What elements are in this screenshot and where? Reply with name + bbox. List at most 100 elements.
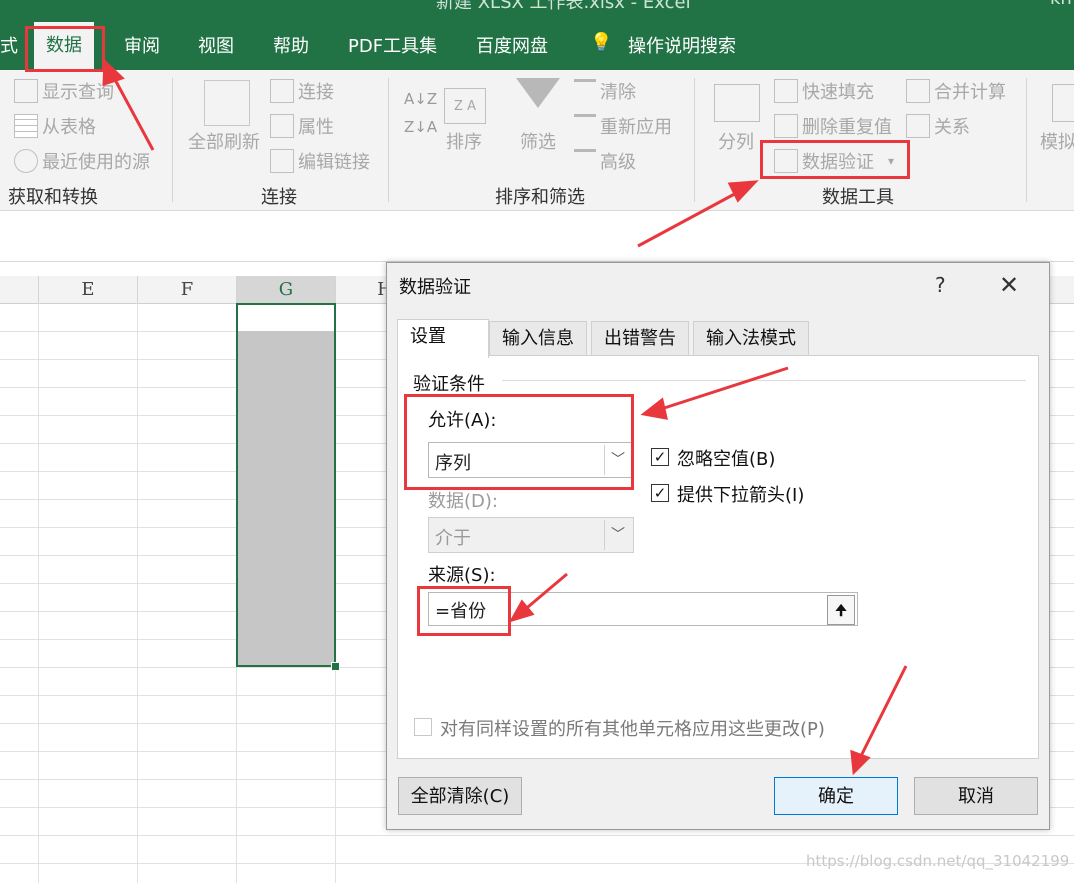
- validation-criteria-heading: 验证条件: [413, 374, 485, 395]
- ribbon: 显示查询 从表格 最近使用的源 获取和转换 全部刷新 连接 属性 编辑链接 连接…: [0, 70, 1074, 211]
- column-header-prev[interactable]: [0, 276, 39, 303]
- connections-button[interactable]: 连接: [270, 78, 334, 104]
- data-validation-dialog: 数据验证 ? ✕ 设置 输入信息 出错警告 输入法模式 验证条件 允许(A): …: [386, 262, 1050, 830]
- from-table-label: 从表格: [42, 117, 96, 138]
- data-select: 介于 ﹀: [428, 517, 634, 553]
- group-sort-filter: 排序和筛选: [495, 187, 585, 208]
- remove-duplicates-button[interactable]: 删除重复值: [774, 113, 892, 139]
- dialog-title: 数据验证: [399, 277, 471, 298]
- close-icon[interactable]: ✕: [999, 271, 1019, 299]
- show-queries-label: 显示查询: [42, 82, 114, 103]
- user-initials: kn: [1050, 0, 1072, 9]
- column-header-f[interactable]: F: [138, 276, 237, 303]
- edit-links-button[interactable]: 编辑链接: [270, 148, 370, 174]
- tab-view[interactable]: 视图: [198, 32, 234, 58]
- column-gridline: [38, 303, 39, 883]
- data-validation-button[interactable]: 数据验证 ▾: [774, 148, 894, 174]
- watermark: https://blog.csdn.net/qq_31042199: [806, 852, 1070, 870]
- source-input[interactable]: =省份 🠉: [428, 592, 858, 626]
- cancel-button[interactable]: 取消: [914, 777, 1038, 815]
- sort-button[interactable]: 排序: [446, 128, 482, 154]
- column-gridline: [137, 303, 138, 883]
- fill-handle[interactable]: [331, 662, 340, 671]
- tab-formula[interactable]: 式: [0, 32, 18, 58]
- filter-funnel-icon: [516, 78, 560, 108]
- collapse-dialog-icon[interactable]: 🠉: [827, 595, 855, 625]
- refresh-all-button[interactable]: 全部刷新: [188, 128, 260, 154]
- ignore-blank-checkbox[interactable]: ✓: [651, 448, 669, 466]
- properties-label: 属性: [298, 117, 334, 138]
- ribbon-separator: [388, 78, 389, 202]
- allow-select[interactable]: 序列 ﹀: [428, 442, 634, 478]
- clear-button[interactable]: 清除: [574, 78, 636, 104]
- formula-bar[interactable]: [0, 211, 1074, 262]
- advanced-filter-icon: [574, 148, 596, 174]
- tab-error-alert[interactable]: 出错警告: [591, 321, 689, 356]
- what-if-button[interactable]: 模拟: [1040, 128, 1074, 154]
- ok-button[interactable]: 确定: [774, 777, 898, 815]
- relationships-icon: [906, 114, 930, 138]
- what-if-icon: [1052, 84, 1074, 122]
- clear-filter-icon: [574, 78, 596, 104]
- consolidate-button[interactable]: 合并计算: [906, 78, 1006, 104]
- ribbon-separator: [172, 78, 173, 202]
- allow-value: 序列: [435, 453, 471, 474]
- data-validation-icon: [774, 149, 798, 173]
- chevron-down-icon: ﹀: [604, 520, 631, 550]
- title-bar: 新建 XLSX 工作表.xlsx - Excel kn 式 数据 审阅 视图 帮…: [0, 0, 1074, 70]
- connections-icon: [270, 79, 294, 103]
- tab-pdf-tools[interactable]: PDF工具集: [348, 32, 437, 58]
- active-cell[interactable]: [238, 305, 334, 331]
- selected-range[interactable]: [236, 303, 336, 667]
- relationships-button[interactable]: 关系: [906, 113, 970, 139]
- show-queries-button[interactable]: 显示查询: [14, 78, 114, 104]
- tab-input-message[interactable]: 输入信息: [489, 321, 587, 356]
- from-table-button[interactable]: 从表格: [14, 113, 96, 139]
- recent-sources-button[interactable]: 最近使用的源: [14, 148, 150, 174]
- consolidate-label: 合并计算: [934, 82, 1006, 103]
- reapply-button[interactable]: 重新应用: [574, 113, 672, 139]
- ribbon-separator: [694, 78, 695, 202]
- tab-ime-mode[interactable]: 输入法模式: [693, 321, 809, 356]
- settings-panel: 验证条件 允许(A): 序列 ﹀ ✓ 忽略空值(B) ✓ 提供下拉箭头(I) 数…: [397, 355, 1039, 759]
- column-header-e[interactable]: E: [39, 276, 138, 303]
- recent-sources-label: 最近使用的源: [42, 152, 150, 173]
- tab-data[interactable]: 数据: [34, 22, 94, 70]
- advanced-button[interactable]: 高级: [574, 148, 636, 174]
- data-value: 介于: [435, 528, 471, 549]
- apply-all-label[interactable]: 对有同样设置的所有其他单元格应用这些更改(P): [440, 715, 825, 741]
- section-divider: [502, 380, 1026, 381]
- tab-settings[interactable]: 设置: [397, 319, 489, 358]
- column-header-g[interactable]: G: [237, 276, 336, 305]
- data-label: 数据(D):: [428, 491, 498, 512]
- properties-button[interactable]: 属性: [270, 113, 334, 139]
- flash-fill-icon: [774, 79, 798, 103]
- group-connections: 连接: [261, 187, 297, 208]
- table-icon: [14, 114, 38, 138]
- clear-label: 清除: [600, 82, 636, 103]
- remove-duplicates-icon: [774, 114, 798, 138]
- ribbon-separator: [1026, 78, 1027, 202]
- apply-all-checkbox[interactable]: [414, 718, 432, 736]
- tab-review[interactable]: 审阅: [124, 32, 160, 58]
- window-title: 新建 XLSX 工作表.xlsx - Excel: [436, 0, 691, 13]
- allow-label: 允许(A):: [428, 410, 497, 431]
- in-cell-dropdown-checkbox[interactable]: ✓: [651, 484, 669, 502]
- clear-all-button[interactable]: 全部清除(C): [398, 777, 522, 815]
- reapply-icon: [574, 113, 596, 139]
- filter-button[interactable]: 筛选: [520, 128, 556, 154]
- connections-label: 连接: [298, 82, 334, 103]
- tab-baidu-netdisk[interactable]: 百度网盘: [476, 32, 548, 58]
- chevron-down-icon[interactable]: ﹀: [604, 445, 631, 475]
- help-icon[interactable]: ?: [935, 273, 946, 297]
- tell-me-search[interactable]: 操作说明搜索: [628, 32, 736, 58]
- consolidate-icon: [906, 79, 930, 103]
- flash-fill-button[interactable]: 快速填充: [774, 78, 874, 104]
- text-to-columns-button[interactable]: 分列: [718, 128, 754, 154]
- ignore-blank-label[interactable]: 忽略空值(B): [677, 445, 775, 471]
- recent-sources-icon: [14, 149, 38, 173]
- sort-az-icon[interactable]: A↓Z Z↓A: [404, 90, 437, 136]
- query-icon: [14, 79, 38, 103]
- tab-help[interactable]: 帮助: [273, 32, 309, 58]
- in-cell-dropdown-label[interactable]: 提供下拉箭头(I): [677, 481, 804, 507]
